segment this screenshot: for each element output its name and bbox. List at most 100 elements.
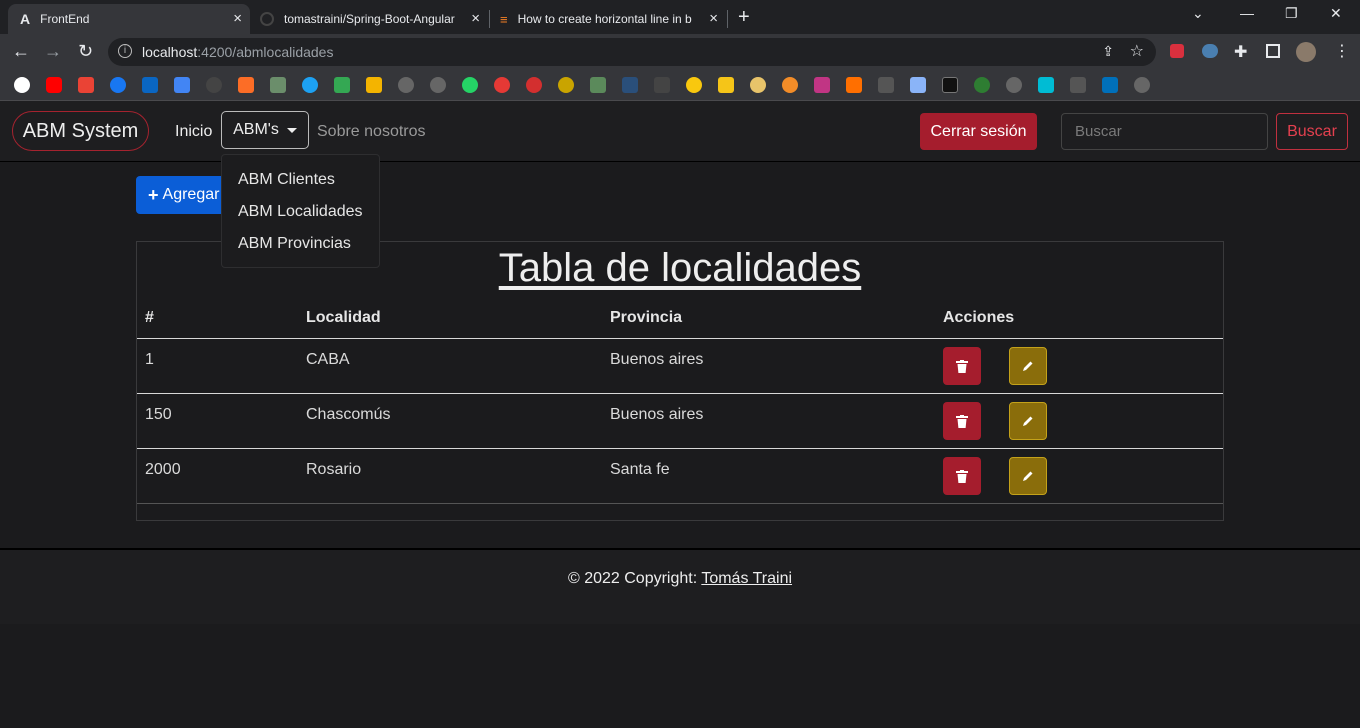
- drive-icon[interactable]: [334, 77, 350, 93]
- edit-button[interactable]: [1009, 402, 1047, 440]
- abms-dropdown-toggle[interactable]: ABM's: [221, 111, 309, 149]
- search-input[interactable]: [1061, 113, 1268, 150]
- emoji-icon[interactable]: [686, 77, 702, 93]
- back-icon[interactable]: ←: [12, 41, 30, 61]
- cell-provincia: Buenos aires: [610, 351, 704, 368]
- trash-icon: [956, 469, 968, 483]
- pencil-icon: [1023, 361, 1033, 371]
- google-icon[interactable]: [14, 77, 30, 93]
- browser-tabbar: A FrontEnd × tomastraini/Spring-Boot-Ang…: [0, 0, 1360, 34]
- avatar[interactable]: [1296, 42, 1316, 62]
- dropdown-item-provincias[interactable]: ABM Provincias: [238, 235, 351, 253]
- globe-icon[interactable]: [1006, 77, 1022, 93]
- puzzle-icon[interactable]: ✚: [1234, 42, 1247, 62]
- row-divider: [137, 503, 1223, 504]
- delete-button[interactable]: [943, 402, 981, 440]
- localidades-card: Tabla de localidades # Localidad Provinc…: [136, 241, 1224, 521]
- translate-icon[interactable]: [174, 77, 190, 93]
- brand-link[interactable]: ABM System: [12, 111, 149, 151]
- play-icon[interactable]: [974, 77, 990, 93]
- nav-sobre-nosotros[interactable]: Sobre nosotros: [317, 123, 426, 141]
- bookmark-icon[interactable]: [494, 77, 510, 93]
- edit-button[interactable]: [1009, 457, 1047, 495]
- bookmark-icon[interactable]: [1070, 77, 1086, 93]
- delete-button[interactable]: [943, 347, 981, 385]
- tab-separator: [727, 10, 728, 28]
- dropdown-item-localidades[interactable]: ABM Localidades: [238, 203, 363, 221]
- caret-down-icon: [286, 127, 297, 133]
- trash-icon: [956, 359, 968, 373]
- close-tab-icon[interactable]: ×: [709, 11, 718, 27]
- footer: © 2022 Copyright: Tomás Traini: [0, 548, 1360, 624]
- extension-icon-1[interactable]: [1170, 44, 1184, 58]
- globe-icon[interactable]: [1134, 77, 1150, 93]
- search-button[interactable]: Buscar: [1276, 113, 1348, 150]
- globe-icon[interactable]: [398, 77, 414, 93]
- bookmark-icon[interactable]: [654, 77, 670, 93]
- tab-github[interactable]: tomastraini/Spring-Boot-Angular ×: [250, 4, 488, 34]
- whatsapp-icon[interactable]: [462, 77, 478, 93]
- bookmark-icon[interactable]: [750, 77, 766, 93]
- address-bar[interactable]: i localhost:4200/abmlocalidades ⇪ ☆: [108, 38, 1156, 66]
- bookmark-icon[interactable]: [942, 77, 958, 93]
- bookmark-icon[interactable]: [878, 77, 894, 93]
- youtube-icon[interactable]: [46, 77, 62, 93]
- bookmark-icon[interactable]: [558, 77, 574, 93]
- sidepanel-icon[interactable]: [1266, 44, 1280, 58]
- star-bookmark-icon[interactable]: [718, 77, 734, 93]
- github-icon: [260, 12, 274, 26]
- gmail-icon[interactable]: [78, 77, 94, 93]
- linkedin-icon[interactable]: [142, 77, 158, 93]
- author-link[interactable]: Tomás Traini: [701, 570, 792, 587]
- gitlab-icon[interactable]: [238, 77, 254, 93]
- menu-icon[interactable]: ⋮: [1334, 41, 1350, 61]
- dropdown-item-clientes[interactable]: ABM Clientes: [238, 171, 335, 189]
- cell-localidad: CABA: [306, 351, 350, 368]
- slides-icon[interactable]: [366, 77, 382, 93]
- share-icon[interactable]: ⇪: [1102, 43, 1114, 60]
- globe-icon[interactable]: [430, 77, 446, 93]
- extension-icon-2[interactable]: [1202, 44, 1218, 58]
- row-divider: [137, 448, 1223, 449]
- bookmark-icon[interactable]: [1038, 77, 1054, 93]
- cell-localidad: Chascomús: [306, 406, 391, 423]
- mail-icon[interactable]: [910, 77, 926, 93]
- column-header-id: #: [145, 309, 154, 326]
- bookmark-icon[interactable]: [590, 77, 606, 93]
- url-text: localhost:4200/abmlocalidades: [142, 44, 334, 60]
- tab-search-icon[interactable]: ⌄: [1192, 5, 1204, 22]
- row-divider: [137, 393, 1223, 394]
- bookmark-icon[interactable]: [526, 77, 542, 93]
- cell-localidad: Rosario: [306, 461, 362, 478]
- close-window-icon[interactable]: ✕: [1330, 5, 1342, 22]
- delete-button[interactable]: [943, 457, 981, 495]
- column-header-provincia: Provincia: [610, 309, 683, 326]
- plus-icon: +: [148, 184, 159, 205]
- close-tab-icon[interactable]: ×: [471, 11, 480, 27]
- reload-icon[interactable]: ↻: [78, 41, 93, 61]
- bookmark-icon[interactable]: [782, 77, 798, 93]
- extension-bookmark-icon[interactable]: [270, 77, 286, 93]
- instagram-icon[interactable]: [814, 77, 830, 93]
- minimize-icon[interactable]: —: [1240, 5, 1254, 21]
- forward-icon[interactable]: →: [44, 41, 62, 61]
- logout-button[interactable]: Cerrar sesión: [920, 113, 1037, 150]
- facebook-icon[interactable]: [110, 77, 126, 93]
- close-tab-icon[interactable]: ×: [233, 11, 242, 27]
- tab-frontend[interactable]: A FrontEnd ×: [8, 4, 250, 34]
- paypal-icon[interactable]: [1102, 77, 1118, 93]
- edit-button[interactable]: [1009, 347, 1047, 385]
- bookmark-icon[interactable]: [846, 77, 862, 93]
- nav-inicio[interactable]: Inicio: [175, 123, 212, 141]
- new-tab-icon[interactable]: +: [738, 6, 750, 29]
- restore-icon[interactable]: ❐: [1285, 5, 1298, 22]
- bookmark-icon[interactable]: [622, 77, 638, 93]
- twitter-icon[interactable]: [302, 77, 318, 93]
- column-header-acciones: Acciones: [943, 309, 1015, 326]
- star-icon[interactable]: ☆: [1130, 41, 1144, 61]
- add-button-label: Agregar: [162, 186, 220, 203]
- abms-label: ABM's: [233, 121, 279, 138]
- tab-stackoverflow[interactable]: ≡ How to create horizontal line in b ×: [490, 4, 726, 34]
- cell-id: 150: [145, 406, 172, 423]
- github-icon[interactable]: [206, 77, 222, 93]
